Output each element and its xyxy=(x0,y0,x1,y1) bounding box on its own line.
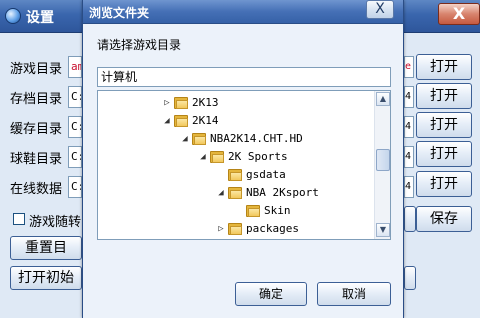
tree-item-label: 2K13 xyxy=(192,96,219,109)
open-online-data-button[interactable]: 打开 xyxy=(416,171,472,197)
save-dir-input-end[interactable]: 4 xyxy=(404,86,414,108)
settings-title: 设置 xyxy=(26,10,54,26)
reset-dir-button[interactable]: 重置目 xyxy=(10,236,82,260)
folder-open-icon xyxy=(228,186,242,199)
save-dir-label: 存档目录 xyxy=(10,92,63,107)
scroll-down-arrow-icon[interactable]: ▼ xyxy=(376,223,390,237)
folder-icon xyxy=(228,222,242,235)
collapse-arrow-icon[interactable]: ◢ xyxy=(162,112,172,130)
folder-icon xyxy=(246,204,260,217)
dialog-titlebar: 浏览文件夹 X xyxy=(83,0,403,24)
cancel-button[interactable]: 取消 xyxy=(317,282,391,306)
save-button[interactable]: 保存 xyxy=(416,206,472,232)
tree-item-gsdata[interactable]: gsdata xyxy=(216,166,286,184)
folder-tree[interactable]: ▷ 2K13 ◢ 2K14 ◢ NBA2K14.CHT.HD ◢ 2K Sports g… xyxy=(97,90,391,240)
tree-item-packages[interactable]: ▷ packages xyxy=(216,220,299,238)
settings-close-button[interactable]: X xyxy=(438,3,480,25)
tree-item-label: 2K14 xyxy=(192,114,219,127)
open-game-dir-button[interactable]: 打开 xyxy=(416,54,472,80)
cache-dir-input[interactable]: C: xyxy=(68,116,82,138)
shoe-dir-label: 球鞋目录 xyxy=(10,152,63,167)
collapse-arrow-icon[interactable]: ◢ xyxy=(216,184,226,202)
folder-open-icon xyxy=(192,132,206,145)
scroll-up-arrow-icon[interactable]: ▲ xyxy=(376,92,390,106)
expand-arrow-icon[interactable]: ▷ xyxy=(162,94,172,112)
save-dir-input[interactable]: C: xyxy=(68,86,82,108)
open-save-dir-button[interactable]: 打开 xyxy=(416,83,472,109)
folder-open-icon xyxy=(210,150,224,163)
tree-item-label: NBA2K14.CHT.HD xyxy=(210,132,303,145)
cache-dir-label: 缓存目录 xyxy=(10,122,63,137)
tree-item-label: Skin xyxy=(264,204,291,217)
tree-item-label: packages xyxy=(246,222,299,235)
tree-item-2k13[interactable]: ▷ 2K13 xyxy=(162,94,219,112)
tree-item-skin[interactable]: Skin xyxy=(234,202,291,220)
tree-item-label: gsdata xyxy=(246,168,286,181)
open-cache-dir-button[interactable]: 打开 xyxy=(416,112,472,138)
expand-arrow-icon[interactable]: ▷ xyxy=(216,220,226,238)
browse-folder-dialog: 浏览文件夹 X 请选择游戏目录 计算机 ▷ 2K13 ◢ 2K14 ◢ NBA2K14… xyxy=(82,0,404,318)
open-shoe-dir-button[interactable]: 打开 xyxy=(416,141,472,167)
game-dir-label: 游戏目录 xyxy=(10,62,63,77)
scrollbar-thumb[interactable] xyxy=(376,149,390,171)
tree-scrollbar[interactable]: ▲ ▼ xyxy=(374,91,390,239)
online-data-input-end[interactable]: 4 xyxy=(404,176,414,198)
folder-icon xyxy=(174,96,188,109)
save-side-button[interactable] xyxy=(404,206,416,232)
online-data-input[interactable]: C: xyxy=(68,176,82,198)
folder-icon xyxy=(228,168,242,181)
cache-dir-input-end[interactable]: 4 xyxy=(404,116,414,138)
tree-item-nba-2ksport[interactable]: ◢ NBA 2Ksport xyxy=(216,184,319,202)
dialog-close-button[interactable]: X xyxy=(366,0,394,19)
collapse-arrow-icon[interactable]: ◢ xyxy=(198,148,208,166)
tree-item-nba2k14[interactable]: ◢ NBA2K14.CHT.HD xyxy=(180,130,303,148)
tree-item-label: 2K Sports xyxy=(228,150,288,163)
game-dir-input-end[interactable]: e xyxy=(404,56,414,78)
follow-checkbox[interactable] xyxy=(13,213,25,225)
online-data-label: 在线数据 xyxy=(10,182,63,197)
follow-checkbox-label: 游戏随转 xyxy=(29,215,82,230)
game-dir-input[interactable]: am xyxy=(68,56,82,78)
dialog-prompt: 请选择游戏目录 xyxy=(97,38,182,52)
open-init-button[interactable]: 打开初始 xyxy=(10,266,82,290)
shoe-dir-input-end[interactable]: 4 xyxy=(404,146,414,168)
folder-open-icon xyxy=(174,114,188,127)
tree-item-label: NBA 2Ksport xyxy=(246,186,319,199)
tree-item-2k-sports[interactable]: ◢ 2K Sports xyxy=(198,148,288,166)
ok-button[interactable]: 确定 xyxy=(235,282,307,306)
init-side-button[interactable] xyxy=(404,266,416,290)
dialog-title: 浏览文件夹 xyxy=(89,6,150,20)
tree-item-2k14[interactable]: ◢ 2K14 xyxy=(162,112,219,130)
folder-path-input[interactable]: 计算机 xyxy=(97,67,391,87)
collapse-arrow-icon[interactable]: ◢ xyxy=(180,130,190,148)
shoe-dir-input[interactable]: C: xyxy=(68,146,82,168)
folder-tree-content: ▷ 2K13 ◢ 2K14 ◢ NBA2K14.CHT.HD ◢ 2K Sports g… xyxy=(98,91,374,239)
app-icon xyxy=(5,8,21,24)
